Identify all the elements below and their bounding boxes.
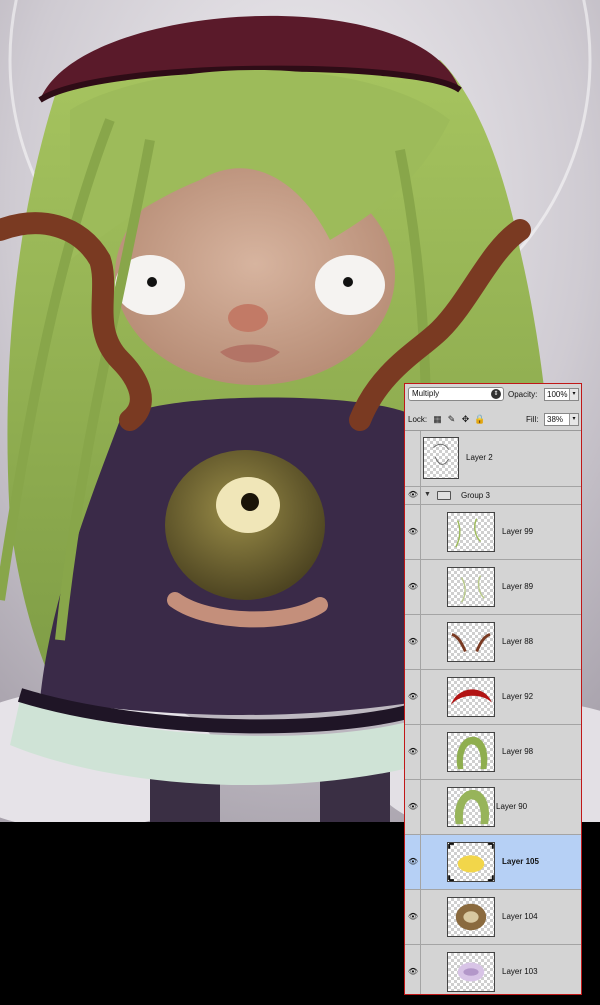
layer-row[interactable]: 👁 Layer 99 — [405, 505, 581, 560]
layer-thumbnail — [447, 622, 495, 662]
lock-label: Lock: — [408, 415, 428, 424]
fill-label: Fill: — [526, 415, 539, 424]
chevron-down-icon[interactable]: ▼ — [424, 491, 431, 498]
layer-row-selected[interactable]: 👁 Layer 105 — [405, 835, 581, 890]
layer-row[interactable]: 👁 Layer 89 — [405, 560, 581, 615]
opacity-input[interactable]: 100% ▾ — [544, 388, 579, 401]
layer-row[interactable]: 👁 Layer 104 — [405, 890, 581, 945]
layer-name: Layer 92 — [502, 692, 534, 701]
eye-icon[interactable]: 👁 — [407, 911, 419, 923]
layer-name: Layer 98 — [502, 747, 534, 756]
blend-mode-value: Multiply — [412, 389, 440, 398]
eye-icon[interactable]: 👁 — [407, 489, 419, 501]
layer-thumbnail — [447, 567, 495, 607]
layer-row[interactable]: 👁 Layer 98 — [405, 725, 581, 780]
eye-icon[interactable]: 👁 — [407, 856, 419, 868]
eye-icon[interactable]: 👁 — [407, 526, 419, 538]
layer-row[interactable]: Layer 2 — [405, 431, 581, 487]
transparency-lock-icon[interactable]: ▦ — [432, 414, 443, 425]
layer-row[interactable]: 👁 Layer 92 — [405, 670, 581, 725]
eye-icon[interactable]: 👁 — [407, 581, 419, 593]
layer-thumbnail — [447, 677, 495, 717]
layer-name: Layer 104 — [502, 912, 538, 921]
layer-name: Layer 99 — [502, 527, 534, 536]
layer-thumbnail — [447, 787, 495, 827]
layer-name: Layer 90 — [496, 802, 528, 811]
folder-icon — [437, 491, 451, 500]
layer-thumbnail — [447, 732, 495, 772]
chevron-down-icon[interactable]: ▾ — [569, 389, 578, 400]
layers-list: Layer 2 👁 ▼ Group 3 👁 Layer 99 👁 Layer 8… — [405, 430, 581, 994]
layer-row[interactable]: 👁 Layer 103 — [405, 945, 581, 994]
group-name: Group 3 — [461, 491, 490, 500]
layer-row[interactable]: 👁 Layer 90 — [405, 780, 581, 835]
fill-value: 38% — [547, 415, 564, 424]
move-icon[interactable]: ✥ — [460, 414, 471, 425]
blend-mode-select[interactable]: Multiply ⇕ — [408, 387, 504, 401]
layer-thumbnail — [447, 842, 495, 882]
layers-panel: Multiply ⇕ Opacity: 100% ▾ Lock: ▦ ✎ ✥ 🔒… — [404, 383, 582, 995]
chevron-down-icon: ⇕ — [491, 389, 501, 399]
eye-icon[interactable]: 👁 — [407, 691, 419, 703]
eye-icon[interactable]: 👁 — [407, 746, 419, 758]
chevron-down-icon[interactable]: ▾ — [569, 414, 578, 425]
layer-name: Layer 2 — [466, 453, 493, 462]
layer-name: Layer 103 — [502, 967, 538, 976]
lock-row: Lock: ▦ ✎ ✥ 🔒 Fill: 38% ▾ — [405, 410, 581, 430]
layer-row[interactable]: 👁 Layer 88 — [405, 615, 581, 670]
layer-name: Layer 105 — [502, 857, 539, 866]
lock-icon[interactable]: 🔒 — [474, 414, 485, 425]
eye-icon[interactable]: 👁 — [407, 636, 419, 648]
brush-icon[interactable]: ✎ — [446, 414, 457, 425]
layer-thumbnail — [447, 952, 495, 992]
layer-thumbnail — [447, 897, 495, 937]
layer-group-row[interactable]: 👁 ▼ Group 3 — [405, 487, 581, 505]
layer-thumbnail — [447, 512, 495, 552]
layer-name: Layer 89 — [502, 582, 534, 591]
layer-name: Layer 88 — [502, 637, 534, 646]
fill-input[interactable]: 38% ▾ — [544, 413, 579, 426]
eye-icon[interactable]: 👁 — [407, 801, 419, 813]
layer-thumbnail — [423, 437, 459, 479]
opacity-label: Opacity: — [508, 390, 538, 399]
blend-options-row: Multiply ⇕ Opacity: 100% ▾ — [405, 384, 581, 406]
eye-icon[interactable]: 👁 — [407, 966, 419, 978]
opacity-value: 100% — [547, 390, 568, 399]
